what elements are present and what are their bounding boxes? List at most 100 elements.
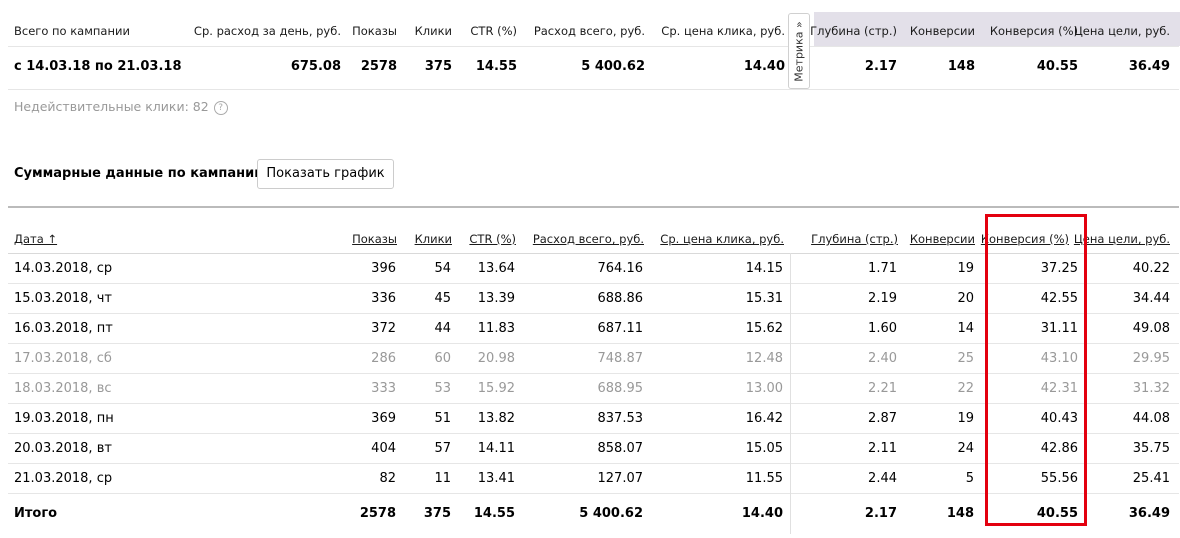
metrika-column-divider — [790, 253, 791, 534]
cell-conversions: 19 — [957, 261, 974, 276]
th-goal-price[interactable]: Цена цели, руб. — [1074, 232, 1170, 246]
summary-impressions: 2578 — [360, 59, 397, 74]
cell-clicks: 11 — [434, 471, 451, 486]
col-header-total-spend: Расход всего, руб. — [533, 24, 645, 38]
cell-impressions: 369 — [371, 411, 396, 426]
conversion-rate-highlight-box — [985, 214, 1087, 526]
help-icon[interactable]: ? — [213, 101, 228, 115]
cell-avg-cpc: 16.42 — [745, 411, 783, 426]
summary-goal-price: 36.49 — [1128, 59, 1170, 74]
cell-conversions: 22 — [957, 381, 974, 396]
col-header-clicks: Клики — [414, 24, 452, 38]
summary-clicks: 375 — [424, 59, 452, 74]
cell-avg-cpc: 12.48 — [745, 351, 783, 366]
cell-avg-cpc: 15.62 — [745, 321, 783, 336]
cell-total-spend: 764.16 — [597, 261, 644, 276]
cell-ctr: 20.98 — [477, 351, 515, 366]
th-conversions[interactable]: Конверсии — [910, 232, 975, 246]
cell-total-spend: 5 400.62 — [579, 506, 643, 521]
cell-avg-cpc: 15.05 — [745, 441, 783, 456]
col-header-depth: Глубина (стр.) — [810, 24, 897, 38]
cell-avg-cpc: 14.40 — [741, 506, 783, 521]
cell-impressions: 82 — [379, 471, 396, 486]
cell-ctr: 13.64 — [477, 261, 515, 276]
metrika-toggle-tab[interactable]: Метрика » — [788, 13, 810, 89]
cell-conversions: 20 — [957, 291, 974, 306]
col-header-goal-price: Цена цели, руб. — [1073, 24, 1170, 38]
cell-date: 14.03.2018, ср — [14, 261, 113, 276]
cell-total-spend: 687.11 — [597, 321, 644, 336]
cell-date: 21.03.2018, ср — [14, 471, 113, 486]
cell-avg-cpc: 14.15 — [745, 261, 783, 276]
cell-total-spend: 748.87 — [597, 351, 644, 366]
cell-impressions: 286 — [371, 351, 396, 366]
cell-impressions: 396 — [371, 261, 396, 276]
cell-avg-cpc: 15.31 — [745, 291, 783, 306]
summary-conversions: 148 — [947, 59, 975, 74]
cell-conversions: 14 — [957, 321, 974, 336]
cell-depth: 2.44 — [868, 471, 897, 486]
cell-conversions: 148 — [946, 506, 974, 521]
summary-period: с 14.03.18 по 21.03.18 — [14, 59, 182, 74]
th-impressions[interactable]: Показы — [352, 232, 397, 246]
cell-clicks: 53 — [434, 381, 451, 396]
cell-date: Итого — [14, 506, 58, 521]
cell-depth: 1.71 — [868, 261, 897, 276]
cell-date: 16.03.2018, пт — [14, 321, 113, 336]
cell-goal-price: 44.08 — [1132, 411, 1170, 426]
cell-clicks: 51 — [434, 411, 451, 426]
cell-clicks: 44 — [434, 321, 451, 336]
summary-conv-rate: 40.55 — [1036, 59, 1078, 74]
cell-depth: 2.21 — [868, 381, 897, 396]
cell-ctr: 13.82 — [477, 411, 515, 426]
th-total-spend[interactable]: Расход всего, руб. — [533, 232, 644, 246]
cell-ctr: 13.39 — [477, 291, 515, 306]
col-header-avg-spend: Ср. расход за день, руб. — [193, 24, 341, 38]
cell-total-spend: 688.86 — [597, 291, 644, 306]
table-top-border — [8, 206, 1179, 208]
cell-ctr: 14.55 — [473, 506, 515, 521]
col-header-conv-rate: Конверсия (%) — [989, 24, 1078, 38]
cell-clicks: 45 — [434, 291, 451, 306]
cell-date: 15.03.2018, чт — [14, 291, 112, 306]
cell-clicks: 60 — [434, 351, 451, 366]
th-ctr[interactable]: CTR (%) — [469, 232, 516, 246]
cell-goal-price: 35.75 — [1132, 441, 1170, 456]
cell-ctr: 14.11 — [477, 441, 515, 456]
cell-goal-price: 29.95 — [1132, 351, 1170, 366]
cell-conversions: 25 — [957, 351, 974, 366]
cell-goal-price: 31.32 — [1132, 381, 1170, 396]
cell-date: 18.03.2018, вс — [14, 381, 112, 396]
cell-impressions: 2578 — [359, 506, 396, 521]
cell-avg-cpc: 13.00 — [745, 381, 783, 396]
campaign-summary-row: с 14.03.18 по 21.03.18 675.08 2578 375 1… — [8, 47, 1179, 90]
cell-clicks: 57 — [434, 441, 451, 456]
cell-goal-price: 40.22 — [1132, 261, 1170, 276]
cell-total-spend: 127.07 — [597, 471, 644, 486]
cell-goal-price: 49.08 — [1132, 321, 1170, 336]
col-header-campaign: Всего по кампании — [14, 24, 130, 38]
cell-depth: 2.19 — [868, 291, 897, 306]
th-avg-cpc[interactable]: Ср. цена клика, руб. — [660, 232, 784, 246]
invalid-clicks-text: Недействительные клики: 82 — [14, 99, 209, 114]
summary-avg-cpc: 14.40 — [743, 59, 785, 74]
col-header-impressions: Показы — [352, 24, 397, 38]
cell-total-spend: 688.95 — [597, 381, 644, 396]
col-header-avg-cpc: Ср. цена клика, руб. — [661, 24, 785, 38]
summary-avg-spend: 675.08 — [290, 59, 341, 74]
cell-conversions: 19 — [957, 411, 974, 426]
show-chart-button[interactable]: Показать график — [257, 159, 394, 189]
th-depth[interactable]: Глубина (стр.) — [811, 232, 898, 246]
cell-goal-price: 34.44 — [1132, 291, 1170, 306]
cell-date: 20.03.2018, вт — [14, 441, 112, 456]
cell-ctr: 11.83 — [477, 321, 515, 336]
cell-depth: 2.40 — [868, 351, 897, 366]
cell-clicks: 375 — [423, 506, 451, 521]
col-header-ctr: CTR (%) — [470, 24, 517, 38]
th-clicks[interactable]: Клики — [415, 232, 452, 246]
summary-depth: 2.17 — [864, 59, 897, 74]
cell-depth: 2.11 — [868, 441, 897, 456]
th-date[interactable]: Дата ↑ — [14, 232, 57, 246]
cell-clicks: 54 — [434, 261, 451, 276]
cell-goal-price: 25.41 — [1132, 471, 1170, 486]
